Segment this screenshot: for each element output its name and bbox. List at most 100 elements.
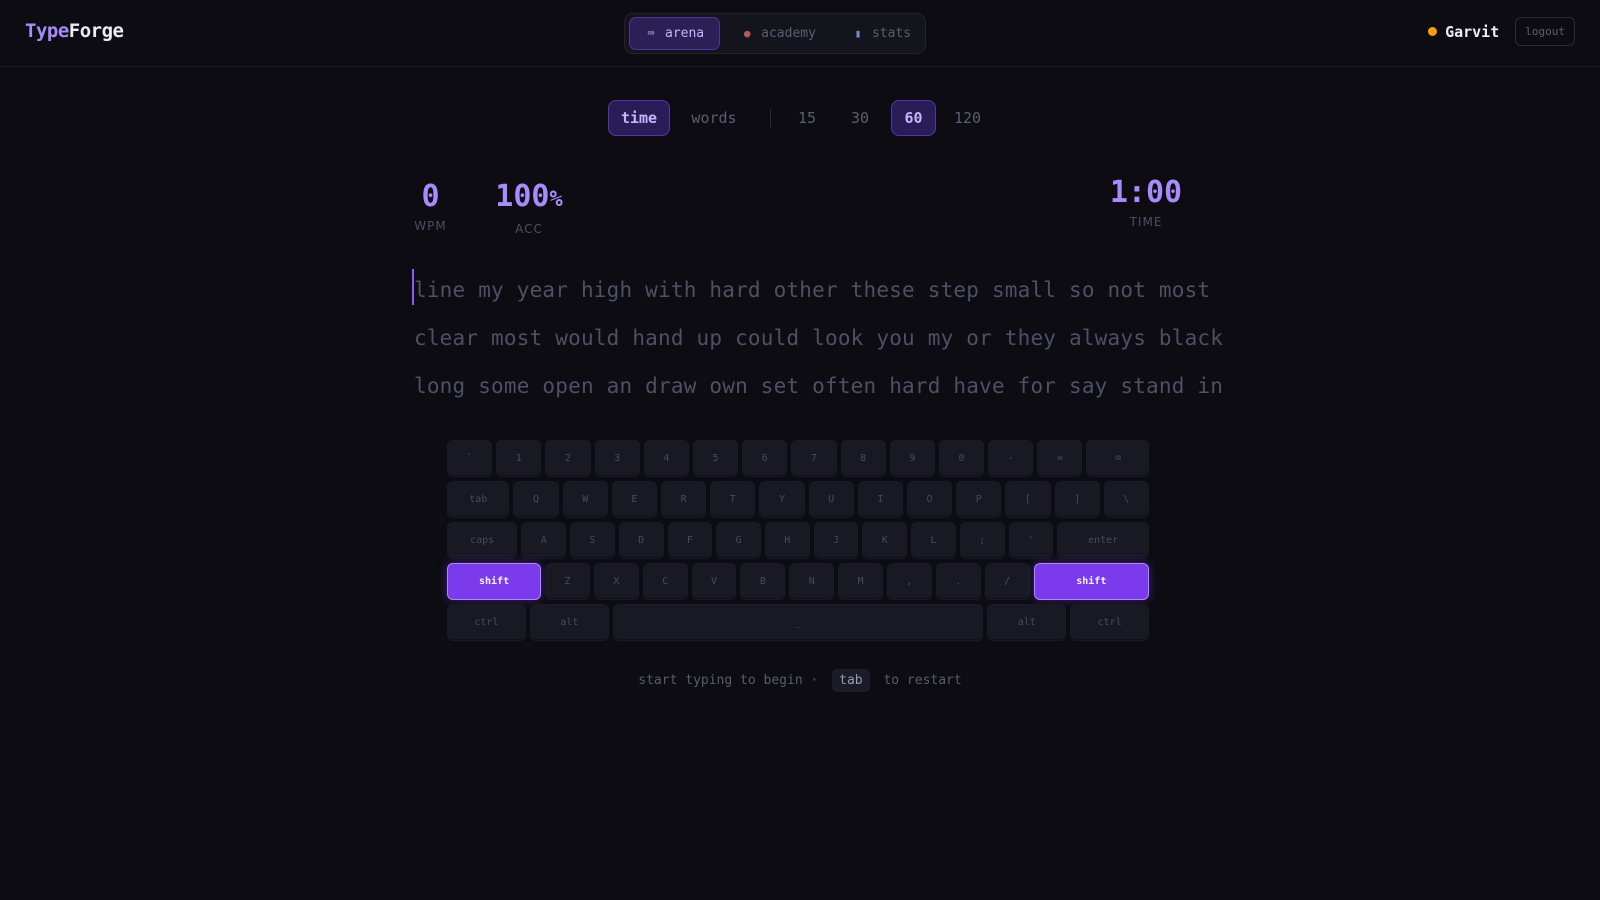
restart-hint: start typing to begin · tab to restart [0, 669, 1600, 692]
key-m[interactable]: M [838, 563, 883, 600]
logo-forge: Forge [68, 20, 124, 42]
logout-button[interactable]: logout [1515, 17, 1575, 46]
key-8[interactable]: 8 [840, 440, 886, 477]
key-z[interactable]: Z [545, 563, 590, 600]
accuracy-value: 100 [495, 179, 550, 214]
keyboard-row-space: ctrl alt _ alt ctrl [447, 604, 1149, 641]
key-x[interactable]: X [593, 563, 639, 600]
key-slash[interactable]: / [984, 563, 1030, 600]
key-l[interactable]: L [911, 522, 956, 559]
key-w[interactable]: W [562, 481, 608, 518]
key-minus[interactable]: - [988, 440, 1034, 477]
key-o[interactable]: O [906, 481, 953, 518]
key-d[interactable]: D [618, 522, 664, 559]
timer-value: 1:00 [1109, 175, 1183, 210]
key-i[interactable]: I [857, 481, 903, 518]
key-0[interactable]: 0 [938, 440, 985, 477]
key-3[interactable]: 3 [594, 440, 640, 477]
key-t[interactable]: T [710, 481, 756, 518]
key-s[interactable]: S [570, 522, 615, 559]
key-k[interactable]: K [862, 522, 908, 559]
timer-label: TIME [1129, 215, 1163, 229]
hint-tab-key: tab [832, 669, 870, 692]
key-right-shift[interactable]: shift [1033, 563, 1150, 600]
key-left-alt[interactable]: alt [529, 604, 609, 641]
wpm-value: 0 [421, 179, 440, 214]
key-h[interactable]: H [764, 522, 810, 559]
key-c[interactable]: C [642, 563, 688, 600]
key-caps[interactable]: caps [447, 522, 518, 559]
key-tab[interactable]: tab [447, 481, 510, 518]
key-backspace[interactable]: ⌫ [1086, 440, 1149, 477]
key-b[interactable]: B [740, 563, 786, 600]
keyboard-row-numbers: ` 1 2 3 4 5 6 7 8 9 0 - = ⌫ [447, 440, 1149, 477]
mode-time-button[interactable]: time [608, 100, 670, 136]
mode-selector: time words 15 30 60 120 [608, 100, 995, 136]
key-6[interactable]: 6 [742, 440, 788, 477]
key-right-alt[interactable]: alt [987, 604, 1067, 641]
text-line: line my year high with hard other these … [414, 278, 1211, 302]
key-left-shift[interactable]: shift [447, 563, 542, 600]
chart-icon: ▮ [854, 27, 862, 40]
key-5[interactable]: 5 [692, 440, 739, 477]
key-space[interactable]: _ [612, 604, 984, 641]
text-caret [412, 269, 414, 305]
app-logo[interactable]: TypeForge [25, 20, 124, 42]
typing-text-area[interactable]: line my year high with hard other these … [412, 266, 1224, 410]
key-v[interactable]: V [691, 563, 737, 600]
key-q[interactable]: Q [513, 481, 559, 518]
main-nav: ⌨ arena ● academy ▮ stats [624, 13, 926, 54]
key-r[interactable]: R [661, 481, 707, 518]
key-quote[interactable]: ' [1008, 522, 1054, 559]
key-g[interactable]: G [716, 522, 761, 559]
key-9[interactable]: 9 [889, 440, 935, 477]
key-f[interactable]: F [667, 522, 713, 559]
key-u[interactable]: U [808, 481, 854, 518]
keyboard-row-home: caps A S D F G H J K L ; ' enter [447, 522, 1149, 559]
mode-words-button[interactable]: words [670, 100, 758, 136]
key-comma[interactable]: , [887, 563, 932, 600]
key-a[interactable]: A [521, 522, 567, 559]
accuracy-stat: 100% ACC [493, 180, 565, 237]
virtual-keyboard: ` 1 2 3 4 5 6 7 8 9 0 - = ⌫ tab Q W E R … [447, 440, 1150, 645]
key-right-ctrl[interactable]: ctrl [1070, 604, 1149, 641]
key-left-bracket[interactable]: [ [1005, 481, 1051, 518]
status-dot-icon [1428, 27, 1438, 36]
tab-stats[interactable]: ▮ stats [837, 17, 926, 50]
text-line: clear most would hand up could look you … [414, 326, 1224, 350]
key-7[interactable]: 7 [791, 440, 837, 477]
key-equals[interactable]: = [1037, 440, 1083, 477]
key-n[interactable]: N [789, 563, 835, 600]
mode-divider [770, 109, 771, 127]
key-e[interactable]: E [611, 481, 658, 518]
tab-arena[interactable]: ⌨ arena [629, 17, 721, 50]
top-bar: TypeForge ⌨ arena ● academy ▮ stats Garv… [0, 0, 1600, 67]
duration-15-button[interactable]: 15 [783, 100, 831, 136]
key-y[interactable]: Y [759, 481, 805, 518]
key-left-ctrl[interactable]: ctrl [447, 604, 526, 641]
key-p[interactable]: P [956, 481, 1002, 518]
key-backtick[interactable]: ` [447, 440, 493, 477]
keyboard-icon: ⌨ [647, 27, 655, 40]
key-semicolon[interactable]: ; [959, 522, 1005, 559]
key-4[interactable]: 4 [643, 440, 689, 477]
key-right-bracket[interactable]: ] [1054, 481, 1100, 518]
key-period[interactable]: . [935, 563, 981, 600]
key-backslash[interactable]: \ [1103, 481, 1149, 518]
key-1[interactable]: 1 [496, 440, 542, 477]
logo-type: Type [25, 20, 69, 42]
tab-academy[interactable]: ● academy [726, 17, 831, 50]
username: Garvit [1445, 22, 1500, 41]
duration-120-button[interactable]: 120 [940, 100, 995, 136]
duration-60-button[interactable]: 60 [891, 100, 936, 136]
key-2[interactable]: 2 [545, 440, 591, 477]
accuracy-label: ACC [515, 222, 543, 236]
accuracy-value-wrap: 100% [493, 180, 565, 217]
hint-text-before: start typing to begin · [638, 673, 819, 688]
text-line: long some open an draw own set often har… [414, 374, 1224, 398]
duration-30-button[interactable]: 30 [837, 100, 883, 136]
key-enter[interactable]: enter [1057, 522, 1149, 559]
key-j[interactable]: J [813, 522, 859, 559]
academy-icon: ● [743, 27, 751, 40]
user-area: Garvit logout [1428, 17, 1575, 46]
